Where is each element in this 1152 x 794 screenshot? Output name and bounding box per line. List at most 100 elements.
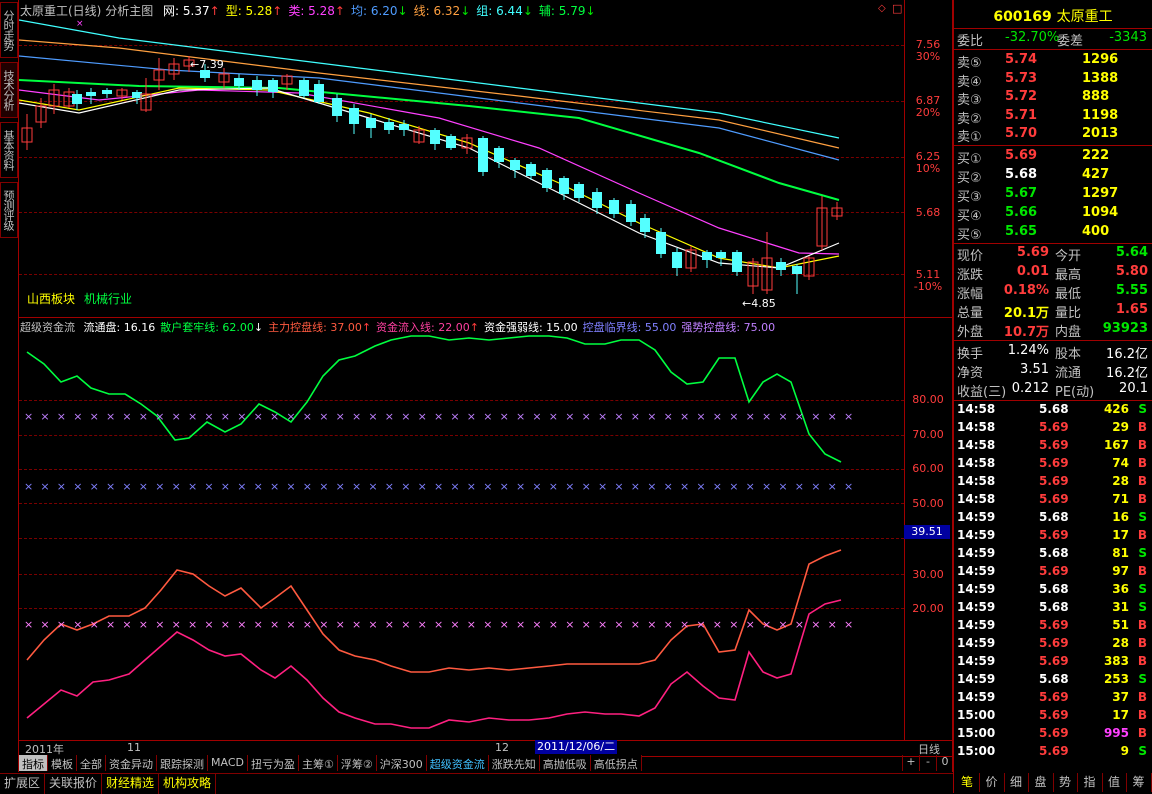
reference-marker: × [500,410,509,423]
tick-side: B [1137,528,1147,542]
left-tab-0[interactable]: 分时走势 [0,2,18,58]
quote-tab-3[interactable]: 盘 [1029,773,1054,792]
ask-price[interactable]: 5.72 [1005,89,1037,104]
month-12-label: 12 [495,741,509,754]
indicator-tab-7[interactable]: 主筹① [299,755,338,771]
left-tab-1[interactable]: 技术分析 [0,62,18,118]
indicator-tab-11[interactable]: 涨跌先知 [489,755,540,771]
indicator-tab-4[interactable]: 跟踪探测 [157,755,208,771]
ma-indicator-6: 辅: 5.79↓ [539,4,596,18]
tick-row: 14:58 5.69 28 B [955,474,1151,492]
retail-trap-line [26,335,842,463]
quote-tab-4[interactable]: 势 [1053,773,1078,792]
indicator-tab-2[interactable]: 全部 [77,755,106,771]
tick-volume: 167 [1103,438,1129,452]
ma-indicator-label: 网: 5.37 [163,4,210,18]
indicator-tab-5[interactable]: MACD [208,755,248,771]
indicator-tab-10[interactable]: 超级资金流 [427,755,489,771]
indicator-axis-label: 80.00 [912,393,944,406]
weibi-label: 委比 [957,34,984,49]
status-tab-1[interactable]: 关联报价 [45,774,103,794]
zoom-button-0[interactable]: + [902,755,919,771]
indicator-tab-0[interactable]: 指标 [19,755,48,771]
reference-marker: × [352,410,361,423]
fundamental-row: 收益(三) 0.212 PE(动) 20.1 [955,381,1151,400]
tick-row: 14:59 5.68 36 S [955,582,1151,600]
indicator-tab-3[interactable]: 资金异动 [106,755,157,771]
tick-time: 14:58 [957,492,996,506]
candle-body-down [592,192,602,208]
reference-marker: × [172,618,181,631]
tick-price: 5.69 [1039,654,1069,668]
indicator-item-arrow: ↑ [469,321,479,334]
reference-marker: × [155,480,164,493]
bid-price[interactable]: 5.65 [1005,224,1037,239]
bid-price[interactable]: 5.66 [1005,205,1037,220]
ask-volume: 1198 [1082,107,1119,123]
ask-price[interactable]: 5.70 [1005,126,1037,141]
reference-marker: × [254,410,263,423]
stat-row: 总量 20.1万 量比 1.65 [955,302,1151,321]
quote-tab-0[interactable]: 笔 [955,773,980,792]
tick-side: S [1138,582,1147,596]
reference-marker: × [680,480,689,493]
indicator-tab-9[interactable]: 沪深300 [377,755,427,771]
indicator-tab-12[interactable]: 高抛低吸 [540,755,591,771]
bid-volume: 1094 [1082,205,1119,220]
reference-marker: × [368,618,377,631]
ask-price[interactable]: 5.71 [1005,108,1037,123]
candle-body-down [234,78,244,86]
status-tab-3[interactable]: 机构攻略 [159,774,217,794]
sector-label[interactable]: 山西板块 [27,290,75,307]
fundamental-label: 净资 [957,366,984,381]
quote-tab-2[interactable]: 细 [1004,773,1029,792]
tick-row: 14:58 5.69 29 B [955,420,1151,438]
axis-separator [904,0,905,740]
reference-marker: × [352,480,361,493]
tick-row: 14:59 5.69 17 B [955,528,1151,546]
stock-code: 600169 [993,9,1052,25]
tick-time: 15:00 [957,708,996,722]
quote-tab-5[interactable]: 指 [1078,773,1103,792]
stat-value: 5.55 [1115,283,1148,298]
tick-time: 14:59 [957,654,996,668]
indicator-tab-8[interactable]: 浮筹② [338,755,377,771]
weicha-value: -3343 [1109,30,1147,45]
bid-price[interactable]: 5.67 [1005,186,1037,201]
diamond-icon[interactable]: ◇ [878,3,886,14]
indicator-axis-label: 70.00 [912,428,944,441]
status-tab-2[interactable]: 财经精选 [102,774,160,794]
tick-row: 14:59 5.68 16 S [955,510,1151,528]
stat-value: 0.18% [1003,283,1049,298]
close-icon[interactable]: □ [892,2,902,15]
indicator-tab-1[interactable]: 模板 [48,755,77,771]
left-tab-3[interactable]: 预测评级 [0,182,18,238]
ask-row: 卖④ 5.73 1388 [955,71,1151,90]
tick-volume: 9 [1120,744,1129,758]
status-tab-0[interactable]: 扩展区 [0,774,46,794]
quote-tab-7[interactable]: 筹 [1127,773,1152,792]
bid-price[interactable]: 5.68 [1005,167,1037,182]
left-tab-2[interactable]: 基本资料 [0,122,18,178]
zoom-button-2[interactable]: 0 [936,755,953,771]
indicator-tab-6[interactable]: 扭亏为盈 [248,755,299,771]
ask-price[interactable]: 5.73 [1005,71,1037,86]
quote-tab-1[interactable]: 价 [980,773,1005,792]
indicator-tab-13[interactable]: 高低拐点 [591,755,642,771]
bid-price[interactable]: 5.69 [1005,148,1037,163]
reference-marker: × [368,410,377,423]
tick-volume: 253 [1103,672,1129,686]
industry-label[interactable]: 机械行业 [84,290,132,307]
reference-marker: × [778,618,787,631]
tick-time: 14:59 [957,636,996,650]
fundamental-value: 20.1 [1119,381,1148,396]
reference-marker: × [598,410,607,423]
ask-price[interactable]: 5.74 [1005,52,1037,67]
tick-price: 5.68 [1039,510,1069,524]
reference-marker: × [319,480,328,493]
indicator-axis-label: 60.00 [912,462,944,475]
indicator-name[interactable]: 超级资金流 [20,321,75,334]
ask-row: 卖① 5.70 2013 [955,126,1151,145]
zoom-button-1[interactable]: - [919,755,936,771]
quote-tab-6[interactable]: 值 [1102,773,1127,792]
